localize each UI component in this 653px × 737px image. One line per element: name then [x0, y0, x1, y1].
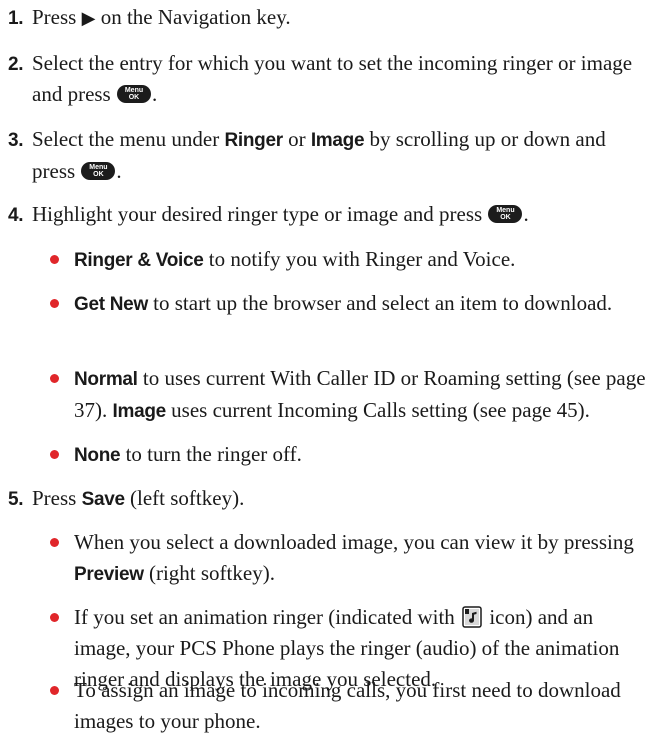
step-5: 5. Press Save (left softkey).	[8, 483, 648, 515]
option-term: Get New	[74, 294, 148, 315]
step-text: Press	[32, 486, 82, 510]
bullet-dot	[50, 374, 59, 383]
term-ringer: Ringer	[224, 130, 283, 151]
step-number: 4.	[8, 205, 24, 226]
bullet-dot	[50, 450, 59, 459]
option-term: None	[74, 445, 121, 466]
note-text: To assign an image to incoming calls, yo…	[74, 678, 621, 733]
bullet-dot	[50, 613, 59, 622]
step-text: .	[116, 159, 122, 183]
step-3: 3. Select the menu under Ringer or Image…	[8, 124, 648, 183]
menu-ok-key-icon: Menu OK	[116, 85, 151, 103]
option-term: Normal	[74, 369, 138, 390]
step-number: 2.	[8, 54, 24, 75]
step-number: 1.	[8, 8, 24, 29]
step-text: Press	[32, 5, 82, 29]
step-number: 3.	[8, 130, 24, 151]
option-term: Ringer & Voice	[74, 250, 204, 271]
step-number: 5.	[8, 489, 24, 510]
term-image: Image	[310, 130, 365, 151]
step-text: Select the menu under	[32, 127, 225, 151]
step-2: 2. Select the entry for which you want t…	[8, 48, 648, 106]
option-term: Image	[112, 401, 167, 422]
right-arrow-icon: ▶	[81, 8, 96, 29]
note-text: If you set an animation ringer (indicate…	[74, 605, 461, 629]
step-text: (left softkey).	[124, 486, 245, 510]
note-text: (right softkey).	[143, 561, 275, 585]
menu-ok-key-icon: Menu OK	[81, 162, 116, 180]
bullet-dot	[50, 255, 59, 264]
bullet-dot	[50, 299, 59, 308]
step-text: or	[282, 127, 311, 151]
note-text: When you select a downloaded image, you …	[74, 530, 634, 554]
step-text: Highlight your desired ringer type or im…	[32, 202, 488, 226]
option-text: to notify you with Ringer and Voice.	[203, 247, 516, 271]
term-preview: Preview	[74, 564, 144, 585]
term-save: Save	[81, 489, 125, 510]
menu-ok-key-icon: Menu OK	[488, 205, 523, 223]
step-4: 4. Highlight your desired ringer type or…	[8, 199, 648, 231]
animation-ringer-icon	[462, 606, 482, 628]
step-text: .	[523, 202, 529, 226]
bullet-dot	[50, 686, 59, 695]
step-text: .	[151, 82, 158, 106]
step-text: on the Navigation key.	[95, 5, 291, 29]
bullet-dot	[50, 538, 59, 547]
option-text: to turn the ringer off.	[120, 442, 302, 466]
step-1: 1. Press ▶ on the Navigation key.	[8, 2, 648, 34]
option-text: uses current Incoming Calls setting (see…	[165, 398, 590, 422]
option-text: to start up the browser and select an it…	[147, 291, 613, 315]
